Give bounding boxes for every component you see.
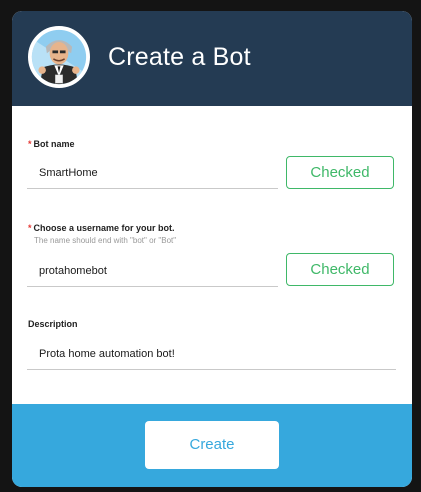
required-mark: * <box>28 223 32 233</box>
create-button[interactable]: Create <box>145 421 279 469</box>
required-mark: * <box>28 139 32 149</box>
bot-avatar-icon <box>28 26 90 88</box>
bot-name-label: * Bot name <box>28 139 75 149</box>
bot-name-input[interactable]: SmartHome <box>27 158 278 189</box>
username-input[interactable]: protahomebot <box>27 256 278 287</box>
username-label-text: Choose a username for your bot. <box>33 223 175 233</box>
dialog-footer: Create <box>12 404 412 487</box>
dialog-header: Create a Bot <box>12 11 412 106</box>
dialog-title: Create a Bot <box>108 43 251 71</box>
username-checked-button[interactable]: Checked <box>286 253 394 286</box>
username-label: * Choose a username for your bot. <box>28 223 175 233</box>
create-bot-dialog: Create a Bot * Bot name SmartHome Checked… <box>12 11 412 487</box>
username-hint: The name should end with "bot" or "Bot" <box>34 236 177 245</box>
description-input[interactable]: Prota home automation bot! <box>27 339 396 370</box>
bot-name-label-text: Bot name <box>33 139 75 149</box>
description-label: Description <box>28 319 78 329</box>
bot-name-checked-button[interactable]: Checked <box>286 156 394 189</box>
